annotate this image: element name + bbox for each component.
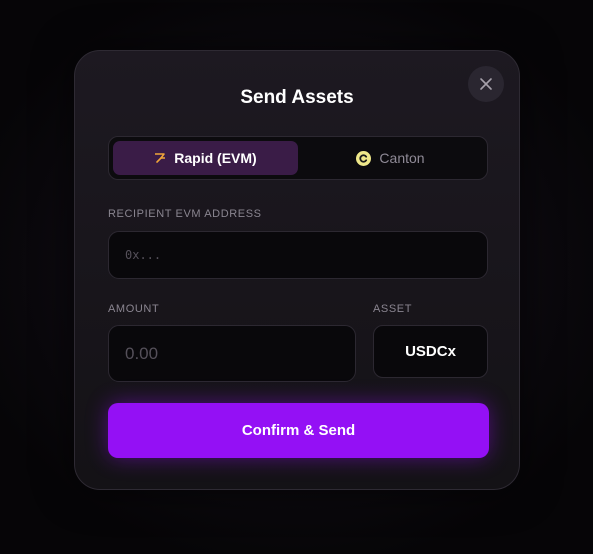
amount-input[interactable] (108, 325, 356, 382)
canton-logo-icon (356, 150, 372, 166)
recipient-address-input[interactable] (108, 231, 488, 279)
tab-canton[interactable]: Canton (298, 141, 483, 175)
recipient-address-label: RECIPIENT EVM ADDRESS (108, 208, 262, 220)
rapid-logo-icon (154, 152, 166, 164)
asset-label: ASSET (373, 303, 413, 315)
asset-selector[interactable]: USDCx (373, 325, 488, 378)
tab-canton-label: Canton (379, 150, 425, 166)
tab-rapid-evm-label: Rapid (EVM) (174, 150, 257, 166)
send-assets-modal: Send Assets Rapid (EVM) Canton RECIPIENT… (74, 50, 520, 490)
tab-rapid-evm[interactable]: Rapid (EVM) (113, 141, 298, 175)
modal-title: Send Assets (240, 87, 354, 108)
amount-label: AMOUNT (108, 303, 160, 315)
confirm-send-button[interactable]: Confirm & Send (108, 403, 489, 458)
network-tabs: Rapid (EVM) Canton (108, 136, 488, 180)
asset-value: USDCx (405, 343, 456, 360)
